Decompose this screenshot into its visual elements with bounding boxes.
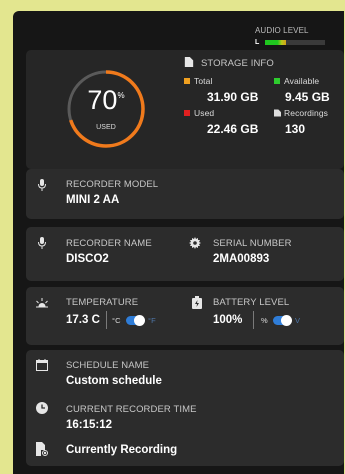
battery-unit-toggle[interactable] bbox=[273, 315, 292, 326]
clock-icon bbox=[36, 402, 48, 414]
recording-status-value: Currently Recording bbox=[66, 444, 178, 456]
file-icon bbox=[184, 57, 194, 67]
temperature-label: TEMPERATURE bbox=[66, 297, 139, 308]
toggle-knob bbox=[281, 315, 292, 326]
battery-divider bbox=[253, 311, 254, 329]
recorder-name-value: DISCO2 bbox=[66, 253, 109, 265]
used-indicator bbox=[184, 110, 190, 116]
recorder-name-label: RECORDER NAME bbox=[66, 238, 152, 249]
temperature-battery-card: TEMPERATURE 17.3 C °C °F BATTERY LEVEL 1… bbox=[26, 287, 344, 345]
recorder-time-label: CURRENT RECORDER TIME bbox=[66, 404, 197, 415]
storage-used-percent: 70 bbox=[87, 85, 118, 115]
temperature-unit-toggle[interactable] bbox=[126, 315, 145, 326]
schedule-name-label: SCHEDULE NAME bbox=[66, 360, 150, 371]
battery-level-value: 100% bbox=[213, 314, 243, 326]
calendar-icon bbox=[36, 359, 48, 371]
volt-unit: V bbox=[295, 316, 301, 325]
microphone-icon bbox=[38, 179, 46, 191]
microphone-icon bbox=[38, 237, 46, 249]
audio-level-label: AUDIO LEVEL bbox=[255, 26, 309, 35]
toggle-knob bbox=[134, 315, 145, 326]
total-label: Total bbox=[194, 76, 213, 86]
percent-unit: % bbox=[261, 316, 268, 325]
recordings-icon bbox=[274, 109, 281, 117]
battery-level-label: BATTERY LEVEL bbox=[213, 297, 290, 308]
available-value: 9.45 GB bbox=[285, 90, 330, 104]
serial-number-value: 2MA00893 bbox=[213, 253, 270, 265]
total-indicator bbox=[184, 78, 190, 84]
storage-info-title: STORAGE INFO bbox=[201, 58, 274, 69]
available-indicator bbox=[274, 78, 280, 84]
schedule-card: SCHEDULE NAME Custom schedule CURRENT RE… bbox=[26, 350, 344, 466]
recordings-value: 130 bbox=[285, 122, 306, 136]
audio-channel-label: L bbox=[255, 39, 260, 46]
serial-number-label: SERIAL NUMBER bbox=[213, 238, 292, 249]
recorder-model-value: MINI 2 AA bbox=[66, 194, 120, 206]
schedule-name-value: Custom schedule bbox=[66, 375, 162, 387]
available-label: Available bbox=[284, 76, 320, 86]
sunrise-icon bbox=[36, 298, 48, 308]
audio-level-meter bbox=[265, 40, 325, 45]
recorder-model-card: RECORDER MODEL MINI 2 AA bbox=[26, 169, 344, 219]
battery-icon bbox=[192, 296, 202, 309]
recorder-time-value: 16:15:12 bbox=[66, 419, 113, 431]
fahrenheit-unit: °F bbox=[148, 316, 156, 325]
celsius-unit: °C bbox=[112, 316, 121, 325]
recorder-model-label: RECORDER MODEL bbox=[66, 179, 159, 190]
recorder-name-card: RECORDER NAME DISCO2 SERIAL NUMBER 2MA00… bbox=[26, 227, 344, 281]
used-label: Used bbox=[194, 108, 215, 118]
temperature-value: 17.3 C bbox=[66, 314, 100, 326]
gear-icon bbox=[189, 237, 201, 249]
total-value: 31.90 GB bbox=[207, 90, 259, 104]
storage-percent-sign: % bbox=[117, 91, 125, 100]
used-value: 22.46 GB bbox=[207, 122, 259, 136]
device-status-panel: AUDIO LEVEL L 70% USED STORAGE INFO Tota… bbox=[13, 11, 344, 474]
storage-card: 70% USED STORAGE INFO Total 31.90 GB Ava… bbox=[26, 50, 344, 169]
recording-file-icon bbox=[36, 442, 48, 456]
audio-level-fill bbox=[265, 40, 286, 45]
temperature-divider bbox=[106, 311, 107, 329]
recordings-label: Recordings bbox=[284, 108, 328, 118]
storage-used-caption: USED bbox=[96, 124, 116, 131]
